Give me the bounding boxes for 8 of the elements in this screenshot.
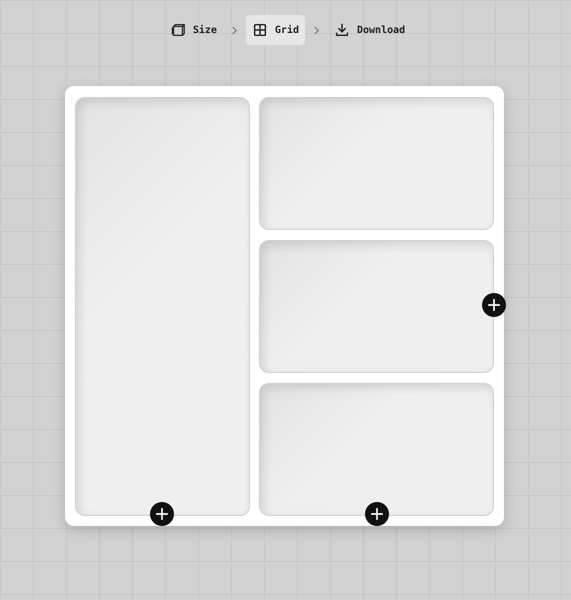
step-tab[interactable]: Download — [328, 15, 412, 45]
chevron-icon — [230, 26, 238, 34]
step-tab[interactable]: Size — [164, 15, 223, 45]
step-tab[interactable]: Grid — [246, 15, 305, 45]
box-icon — [170, 22, 186, 38]
download-icon — [334, 22, 350, 38]
grid-icon — [252, 22, 268, 38]
chevron-icon — [313, 26, 320, 34]
